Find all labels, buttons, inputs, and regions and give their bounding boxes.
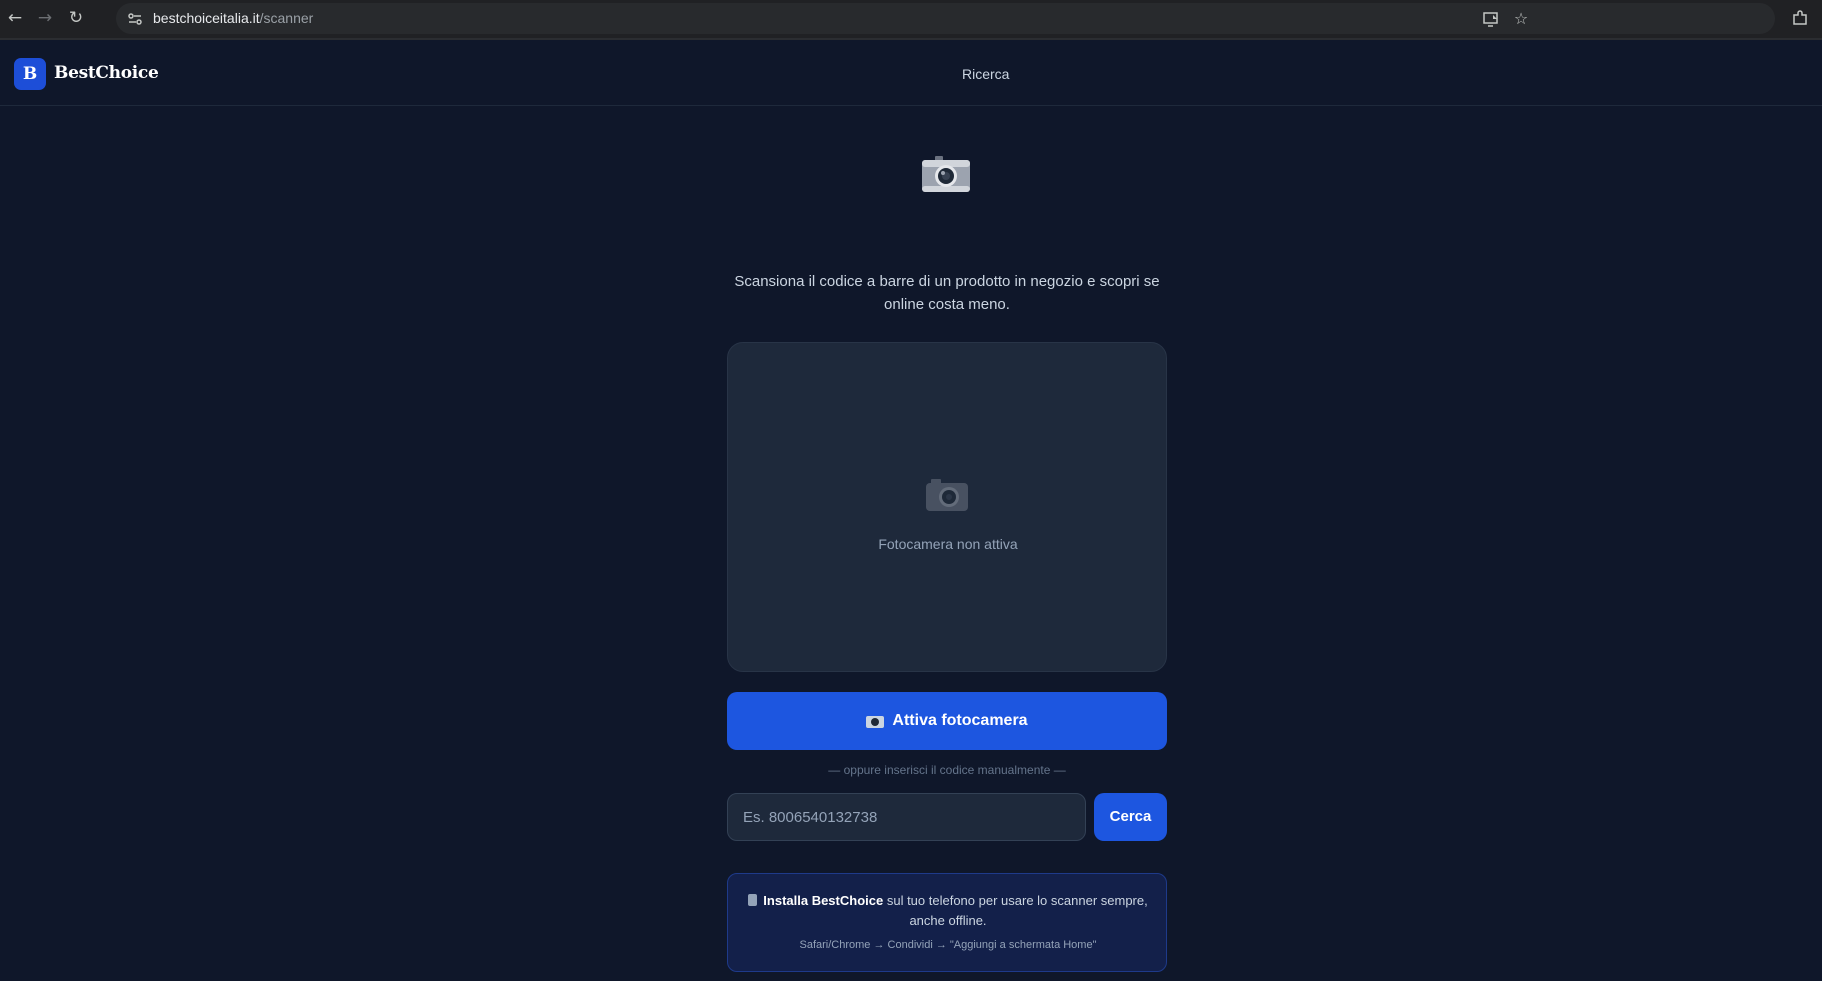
activate-camera-button[interactable]: Attiva fotocamera: [727, 692, 1167, 750]
install-description: sul tuo telefono per usare lo scanner se…: [886, 893, 1148, 928]
nav-link-ricerca[interactable]: Ricerca: [962, 66, 1009, 82]
manual-entry-divider: — oppure inserisci il codice manualmente…: [828, 763, 1066, 777]
activate-camera-label: Attiva fotocamera: [892, 712, 1028, 729]
camera-icon: [922, 156, 970, 192]
site-info-icon[interactable]: [125, 9, 145, 29]
url-text: bestchoiceitalia.it/scanner: [153, 10, 314, 26]
install-message: Installa BestChoice sul tuo telefono per…: [748, 891, 1148, 931]
address-bar[interactable]: bestchoiceitalia.it/scanner ☆: [116, 3, 1775, 34]
install-banner: Installa BestChoice sul tuo telefono per…: [727, 873, 1167, 972]
install-app-icon[interactable]: [1481, 9, 1501, 29]
search-button[interactable]: Cerca: [1094, 793, 1167, 841]
browser-toolbar: ← → ↻ bestchoiceitalia.it/scanner ☆: [0, 0, 1822, 40]
forward-icon[interactable]: →: [35, 7, 55, 29]
site-header: B BestChoice Ricerca: [0, 42, 1822, 106]
barcode-input[interactable]: [727, 793, 1086, 841]
camera-preview: Fotocamera non attiva: [727, 342, 1167, 672]
camera-status-label: Fotocamera non attiva: [878, 536, 1018, 552]
reload-icon[interactable]: ↻: [66, 7, 86, 29]
bookmark-star-icon[interactable]: ☆: [1511, 9, 1531, 29]
back-icon[interactable]: ←: [5, 7, 25, 29]
page-subtitle: Scansiona il codice a barre di un prodot…: [734, 273, 1160, 313]
logo-badge[interactable]: B: [14, 58, 46, 90]
install-title: Installa BestChoice: [763, 893, 884, 908]
install-hint: Safari/Chrome → Condividi → "Aggiungi a …: [799, 939, 1097, 951]
brand-name[interactable]: BestChoice: [54, 63, 159, 83]
camera-inactive-icon: [926, 479, 968, 511]
extensions-icon[interactable]: [1790, 8, 1810, 28]
camera-icon: [866, 716, 885, 728]
phone-icon: [748, 894, 758, 906]
